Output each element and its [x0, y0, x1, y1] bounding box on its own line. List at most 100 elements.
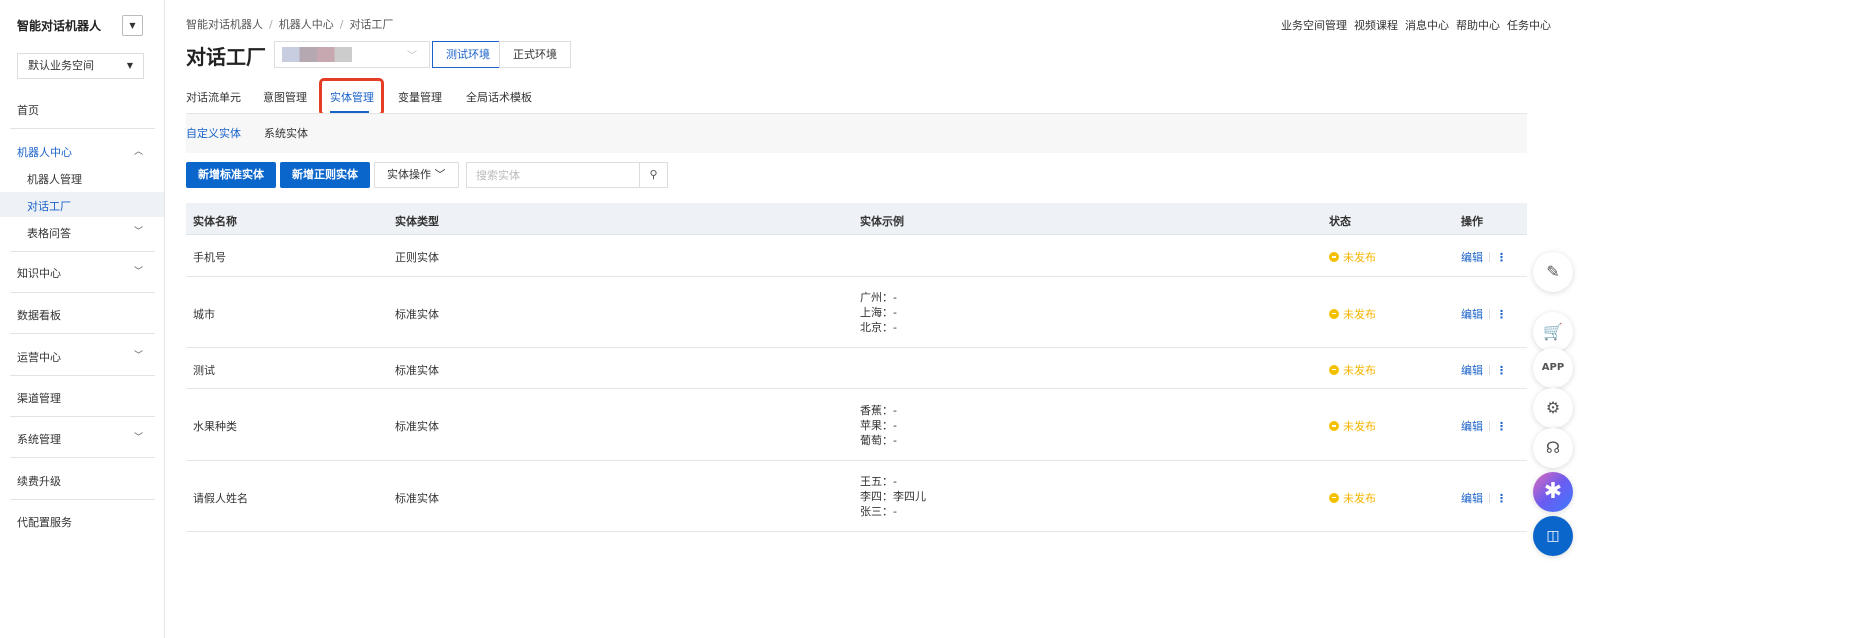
link-messages[interactable]: 消息中心: [1405, 19, 1449, 32]
ai-assistant-icon[interactable]: ✱: [1533, 472, 1573, 512]
main-content: 智能对话机器人 / 机器人中心 / 对话工厂 业务空间管理 视频课程 消息中心 帮助中心 任务中…: [186, 0, 1551, 638]
chevron-down-icon: ﹀: [434, 168, 446, 181]
entity-ops-dropdown[interactable]: 实体操作 ﹀: [374, 162, 459, 188]
breadcrumb-item[interactable]: 智能对话机器人: [186, 18, 263, 31]
chevron-down-icon[interactable]: ﹀: [134, 224, 143, 237]
edit-link[interactable]: 编辑: [1461, 364, 1483, 377]
nav-home[interactable]: 首页: [17, 102, 39, 118]
link-help[interactable]: 帮助中心: [1456, 19, 1500, 32]
tab-dialog-flow[interactable]: 对话流单元: [186, 89, 241, 105]
example-item: 香蕉：-: [860, 403, 897, 417]
apps-grid-icon[interactable]: ◫: [1533, 516, 1573, 556]
entity-ops-label: 实体操作: [387, 168, 431, 181]
nav-proxy[interactable]: 代配置服务: [17, 514, 72, 530]
example-item: 北京：-: [860, 321, 897, 334]
divider: [1489, 421, 1490, 431]
nav-channel[interactable]: 渠道管理: [17, 390, 61, 406]
tab-variable[interactable]: 变量管理: [398, 89, 442, 105]
nav-system[interactable]: 系统管理: [17, 431, 61, 447]
header-actions: 操作: [1461, 215, 1483, 228]
nav-ops[interactable]: 运营中心: [17, 349, 61, 365]
status-badge: 未发布: [1329, 306, 1376, 322]
divider: [10, 416, 155, 417]
link-tasks[interactable]: 任务中心: [1507, 19, 1551, 32]
status-text: 未发布: [1343, 491, 1376, 505]
more-icon[interactable]: ⋮: [1496, 492, 1507, 505]
divider: [10, 128, 155, 129]
minus-circle-icon: [1329, 364, 1339, 375]
chevron-down-icon[interactable]: ﹀: [134, 430, 143, 443]
divider: [10, 375, 155, 376]
divider: [1489, 308, 1490, 319]
subtab-system-entity[interactable]: 系统实体: [264, 125, 308, 141]
nav-table-qa[interactable]: 表格问答: [27, 225, 71, 241]
edit-link[interactable]: 编辑: [1461, 420, 1483, 433]
link-video[interactable]: 视频课程: [1354, 19, 1398, 32]
header-examples: 实体示例: [860, 215, 904, 228]
cart-icon[interactable]: 🛒: [1533, 312, 1573, 352]
redacted-value: [282, 47, 352, 62]
nav-renew[interactable]: 续费升级: [17, 473, 61, 489]
subtab-custom-entity[interactable]: 自定义实体: [186, 125, 241, 141]
divider: [10, 333, 155, 334]
add-standard-entity-button[interactable]: 新增标准实体: [186, 162, 276, 188]
nav-dialog-factory[interactable]: 对话工厂: [27, 198, 71, 214]
tab-global-template[interactable]: 全局话术模板: [466, 89, 532, 105]
example-item: 张三：-: [860, 505, 897, 518]
example-item: 苹果：-: [860, 418, 897, 432]
search-icon[interactable]: ⚲: [639, 163, 667, 187]
workspace-select[interactable]: 默认业务空间 ▼: [17, 53, 144, 79]
table-row: 请假人姓名 标准实体 王五：- 李四：李四儿 张三：- 未发布 编辑 ⋮: [186, 461, 1527, 532]
nav-robot-mgmt[interactable]: 机器人管理: [27, 171, 82, 187]
status-text: 未发布: [1343, 251, 1376, 264]
minus-circle-icon: [1329, 421, 1339, 431]
tab-intent[interactable]: 意图管理: [263, 89, 307, 105]
entity-type: 标准实体: [395, 363, 439, 377]
nav-dashboard[interactable]: 数据看板: [17, 307, 61, 323]
more-icon[interactable]: ⋮: [1496, 420, 1507, 433]
header-status: 状态: [1329, 215, 1351, 228]
breadcrumb: 智能对话机器人 / 机器人中心 / 对话工厂: [186, 18, 394, 31]
entity-type: 标准实体: [395, 307, 439, 321]
more-icon[interactable]: ⋮: [1496, 251, 1507, 264]
edit-link[interactable]: 编辑: [1461, 251, 1483, 264]
status-badge: 未发布: [1329, 418, 1376, 434]
gear-icon[interactable]: ⚙: [1533, 388, 1573, 428]
edit-link[interactable]: 编辑: [1461, 492, 1483, 505]
product-switch-button[interactable]: ▼: [122, 15, 143, 36]
example-item: 上海：-: [860, 306, 897, 319]
minus-circle-icon: [1329, 308, 1339, 319]
chevron-up-icon[interactable]: ︿: [134, 144, 143, 157]
divider: [1489, 252, 1490, 262]
add-regex-entity-button[interactable]: 新增正则实体: [280, 162, 370, 188]
divider: [10, 457, 155, 458]
app-icon[interactable]: APP: [1533, 348, 1573, 388]
search-input[interactable]: [467, 163, 637, 187]
nav-knowledge[interactable]: 知识中心: [17, 265, 61, 281]
edit-icon[interactable]: ✎: [1533, 252, 1573, 292]
env-prod-button[interactable]: 正式环境: [499, 41, 571, 68]
env-test-button[interactable]: 测试环境: [432, 41, 504, 68]
headset-icon[interactable]: ☊: [1533, 428, 1573, 468]
more-icon[interactable]: ⋮: [1496, 364, 1507, 377]
nav-robot-center[interactable]: 机器人中心: [17, 144, 72, 160]
minus-circle-icon: [1329, 252, 1339, 262]
status-text: 未发布: [1343, 363, 1376, 377]
breadcrumb-item[interactable]: 机器人中心: [279, 18, 334, 31]
status-badge: 未发布: [1329, 249, 1376, 265]
entity-name: 城市: [193, 307, 215, 321]
row-actions: 编辑 ⋮: [1461, 249, 1507, 265]
edit-link[interactable]: 编辑: [1461, 308, 1483, 321]
breadcrumb-item: 对话工厂: [349, 18, 394, 31]
brand-title: 智能对话机器人: [17, 19, 102, 33]
link-workspace-mgmt[interactable]: 业务空间管理: [1281, 19, 1347, 32]
header-type: 实体类型: [395, 215, 439, 228]
table-row: 手机号 正则实体 未发布 编辑 ⋮: [186, 235, 1527, 277]
robot-select[interactable]: ﹀: [274, 41, 430, 68]
chevron-down-icon[interactable]: ﹀: [134, 264, 143, 277]
chevron-down-icon[interactable]: ﹀: [134, 348, 143, 361]
status-badge: 未发布: [1329, 362, 1376, 378]
active-item-bg: [0, 192, 164, 217]
page-title: 对话工厂: [186, 45, 266, 69]
more-icon[interactable]: ⋮: [1496, 308, 1507, 321]
